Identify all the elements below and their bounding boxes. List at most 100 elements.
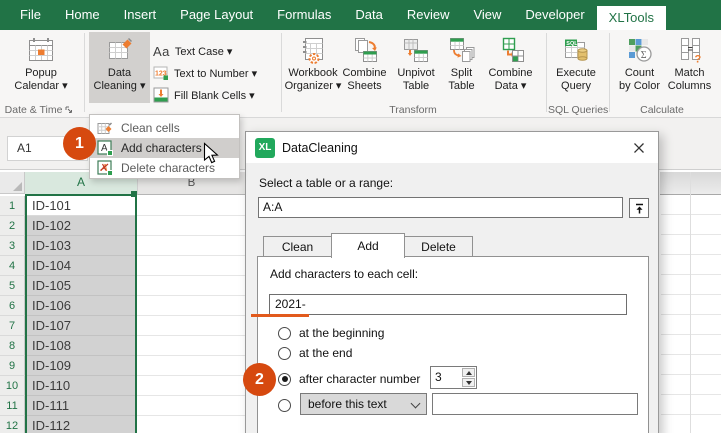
cell-column-a[interactable]: ID-102 xyxy=(25,216,137,236)
range-input[interactable]: A:A xyxy=(258,197,623,218)
execute-query-button[interactable]: SQL Execute Query xyxy=(551,32,601,103)
radio-icon[interactable] xyxy=(278,326,291,340)
button-label: Unpivot xyxy=(397,67,435,79)
text-to-number-button[interactable]: 123 Text to Number ▾ xyxy=(153,63,257,83)
row-header[interactable]: 7 xyxy=(0,316,25,336)
text-case-button[interactable]: Aa Text Case ▾ xyxy=(153,41,232,61)
fill-blank-cells-button[interactable]: Fill Blank Cells ▾ xyxy=(153,85,255,105)
stepper-up-button[interactable] xyxy=(462,368,475,377)
tab-view[interactable]: View xyxy=(461,0,513,30)
radio-icon[interactable] xyxy=(278,398,291,412)
fill-handle[interactable] xyxy=(131,191,137,197)
tab-data[interactable]: Data xyxy=(343,0,394,30)
svg-text:A: A xyxy=(101,143,108,154)
excel-window: File Home Insert Page Layout Formulas Da… xyxy=(0,0,721,433)
data-cleaning-icon xyxy=(108,37,132,59)
row-header[interactable]: 9 xyxy=(0,356,25,376)
match-columns-button[interactable]: = ? Match Columns xyxy=(664,32,715,103)
tab-add[interactable]: Add xyxy=(331,233,405,258)
option-label: at the end xyxy=(299,346,353,360)
tab-developer[interactable]: Developer xyxy=(513,0,596,30)
match-text-input[interactable] xyxy=(432,393,638,415)
tab-xltools[interactable]: XLTools xyxy=(596,6,666,30)
cell-column-a[interactable]: ID-101 xyxy=(25,196,137,216)
sheet-row: 6 ID-106 xyxy=(0,296,245,316)
cell-column-a[interactable]: ID-105 xyxy=(25,276,137,296)
dialog-title-bar[interactable]: XL DataCleaning xyxy=(246,132,658,163)
combine-data-icon xyxy=(502,37,524,62)
cell-column-a[interactable]: ID-106 xyxy=(25,296,137,316)
svg-text:SQL: SQL xyxy=(566,41,578,47)
option-before-this-text[interactable] xyxy=(278,397,291,413)
cell-column-b[interactable] xyxy=(137,276,245,296)
cell-column-a[interactable]: ID-111 xyxy=(25,396,137,416)
cell-column-b[interactable] xyxy=(137,416,245,433)
button-label: Count xyxy=(624,67,655,79)
split-table-button[interactable]: Split Table xyxy=(443,32,480,103)
cell-column-b[interactable] xyxy=(137,336,245,356)
cell-column-b[interactable] xyxy=(137,296,245,316)
button-label: Data ▾ xyxy=(494,80,527,92)
option-at-the-end[interactable]: at the end xyxy=(278,345,352,361)
row-header[interactable]: 5 xyxy=(0,276,25,296)
tab-insert[interactable]: Insert xyxy=(112,0,169,30)
dialog-launcher-icon[interactable] xyxy=(65,106,73,114)
tab-clean[interactable]: Clean xyxy=(263,236,332,257)
workbook-organizer-button[interactable]: Workbook Organizer ▾ xyxy=(284,32,342,103)
cell-column-b[interactable] xyxy=(137,196,245,216)
cell-column-b[interactable] xyxy=(137,216,245,236)
tab-page-layout[interactable]: Page Layout xyxy=(168,0,265,30)
tab-file[interactable]: File xyxy=(8,0,53,30)
position-select[interactable]: before this text xyxy=(300,393,427,415)
option-after-character-number[interactable]: after character number xyxy=(278,371,420,387)
cell-column-b[interactable] xyxy=(137,256,245,276)
row-header[interactable]: 11 xyxy=(0,396,25,416)
cell-column-a[interactable]: ID-103 xyxy=(25,236,137,256)
sheet-row: 3 ID-103 xyxy=(0,236,245,256)
menu-item-clean-cells[interactable]: Clean cells xyxy=(90,118,239,138)
cell-column-b[interactable] xyxy=(137,236,245,256)
tab-home[interactable]: Home xyxy=(53,0,112,30)
stepper-down-button[interactable] xyxy=(462,378,475,387)
cell-column-a[interactable]: ID-107 xyxy=(25,316,137,336)
unpivot-table-button[interactable]: Unpivot Table xyxy=(391,32,441,103)
tab-review[interactable]: Review xyxy=(395,0,462,30)
right-cells[interactable] xyxy=(661,195,721,433)
select-all-corner[interactable] xyxy=(0,172,25,194)
row-header[interactable]: 6 xyxy=(0,296,25,316)
row-header[interactable]: 12 xyxy=(0,416,25,433)
add-characters-input[interactable]: 2021- xyxy=(269,294,627,315)
character-number-stepper[interactable]: 3 xyxy=(430,366,477,389)
cell-column-a[interactable]: ID-108 xyxy=(25,336,137,356)
row-header[interactable]: 3 xyxy=(0,236,25,256)
option-at-the-beginning[interactable]: at the beginning xyxy=(278,325,384,341)
row-header[interactable]: 2 xyxy=(0,216,25,236)
cell-column-a[interactable]: ID-104 xyxy=(25,256,137,276)
cell-column-b[interactable] xyxy=(137,376,245,396)
cell-column-b[interactable] xyxy=(137,396,245,416)
cell-column-b[interactable] xyxy=(137,316,245,336)
row-header[interactable]: 8 xyxy=(0,336,25,356)
data-cleaning-button[interactable]: Data Cleaning ▾ xyxy=(89,32,150,103)
cell-column-a[interactable]: ID-110 xyxy=(25,376,137,396)
count-by-color-button[interactable]: Σ Count by Color xyxy=(614,32,665,103)
radio-icon[interactable] xyxy=(278,346,291,360)
stepper-value[interactable]: 3 xyxy=(431,367,461,388)
cell-column-a[interactable]: ID-109 xyxy=(25,356,137,376)
button-label: Data xyxy=(107,67,132,79)
range-picker-button[interactable] xyxy=(629,198,649,218)
cell-column-a[interactable]: ID-112 xyxy=(25,416,137,433)
row-header[interactable]: 4 xyxy=(0,256,25,276)
button-label: Combine xyxy=(488,67,533,79)
tab-formulas[interactable]: Formulas xyxy=(265,0,343,30)
row-header[interactable]: 1 xyxy=(0,196,25,216)
row-header[interactable]: 10 xyxy=(0,376,25,396)
combine-sheets-button[interactable]: Combine Sheets xyxy=(341,32,388,103)
popup-calendar-button[interactable]: Popup Calendar ▾ xyxy=(9,32,73,103)
radio-icon-selected[interactable] xyxy=(278,372,291,386)
cell-column-b[interactable] xyxy=(137,356,245,376)
tab-delete[interactable]: Delete xyxy=(404,236,473,257)
button-label: Sheets xyxy=(347,80,382,92)
combine-data-button[interactable]: Combine Data ▾ xyxy=(483,32,538,103)
close-button[interactable] xyxy=(629,138,649,158)
